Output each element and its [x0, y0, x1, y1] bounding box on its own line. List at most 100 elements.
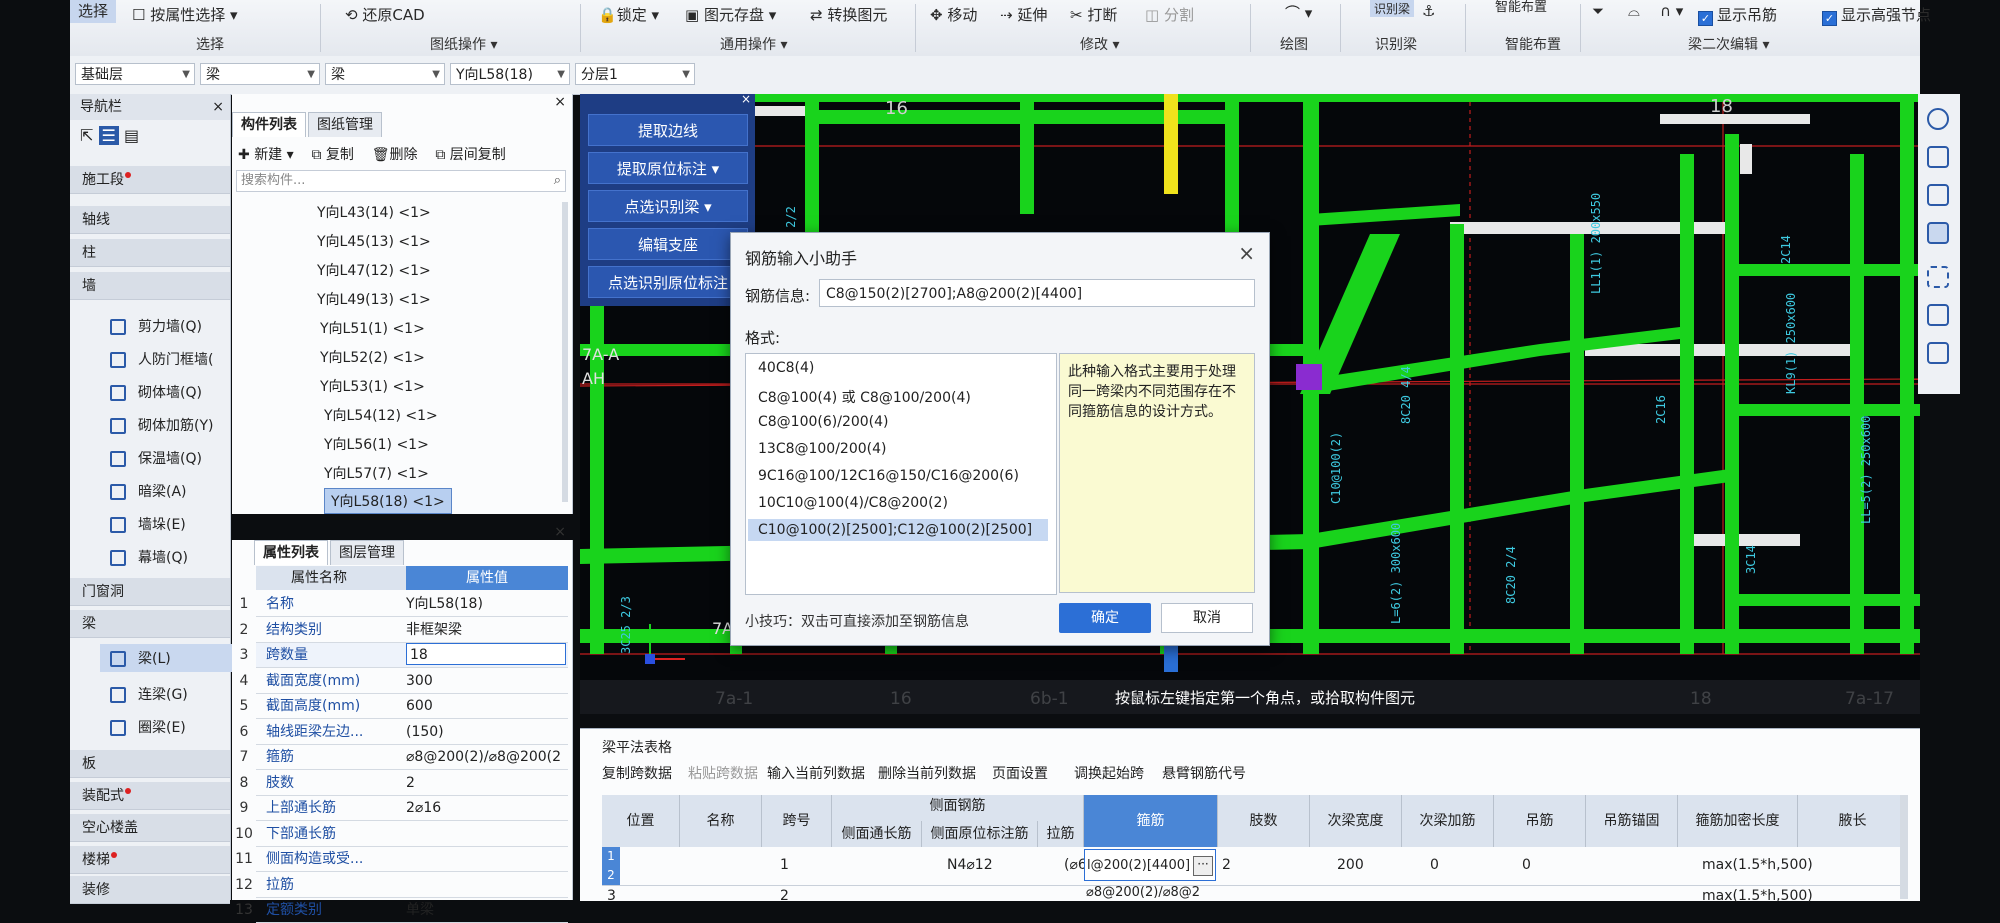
component-list-item[interactable]: Y向L47(12) <1>	[317, 260, 431, 280]
hook-icon[interactable]: ∩ ▾	[1660, 2, 1683, 20]
scrollbar[interactable]	[562, 202, 568, 502]
3d-view-icon[interactable]	[1927, 146, 1949, 168]
select-by-attr-button[interactable]: ☐ 按属性选择 ▾	[132, 4, 238, 25]
nav-item-shear-wall[interactable]: 剪力墙(Q)	[110, 316, 202, 336]
property-row[interactable]: 4 截面宽度(mm) 300	[240, 669, 568, 694]
tab-property-list[interactable]: 属性列表	[254, 540, 328, 565]
component-list-item[interactable]: Y向L49(13) <1>	[317, 289, 431, 309]
table-tool-button[interactable]: 复制跨数据	[602, 763, 672, 783]
move-button[interactable]: ✥ 移动	[930, 4, 977, 25]
convert-element-button[interactable]: ⇄ 转换图元	[810, 4, 887, 25]
nav-item-ring-beam[interactable]: 圈梁(E)	[110, 717, 186, 737]
cell-sec-add[interactable]: 0	[1430, 857, 1439, 873]
component-list-item[interactable]: Y向L52(2) <1>	[320, 347, 425, 367]
cell-side-annotation[interactable]: N4⌀12	[947, 857, 993, 873]
property-row[interactable]: 7 箍筋 ⌀8@200(2)/⌀8@200(2	[240, 745, 568, 770]
lock-button[interactable]: 🔒锁定 ▾	[598, 4, 659, 25]
identify-beam-button[interactable]: 识别梁	[1370, 0, 1415, 17]
component-list-item[interactable]: Y向L57(7) <1>	[324, 463, 429, 483]
extend-button[interactable]: ⇢ 延伸	[1000, 4, 1047, 25]
nav-cat-wall[interactable]: 墙	[70, 272, 230, 300]
cell-sec-width[interactable]: 200	[1337, 857, 1364, 873]
component-search-input[interactable]: 搜索构件... ⌕	[236, 170, 566, 192]
property-value[interactable]: 2	[406, 771, 566, 795]
close-icon[interactable]: ×	[741, 92, 751, 106]
property-value[interactable]: 非框架梁	[406, 618, 566, 642]
nav-cat-prefab[interactable]: 装配式	[70, 782, 230, 810]
table-tool-button[interactable]: 页面设置	[992, 763, 1048, 783]
tab-drawing-manage[interactable]: 图纸管理	[308, 112, 382, 137]
nav-item-coupling-beam[interactable]: 连梁(G)	[110, 684, 188, 704]
smart-layout-button[interactable]: 智能布置	[1495, 0, 1547, 15]
component-list-item[interactable]: Y向L54(12) <1>	[324, 405, 438, 425]
nav-cat-stairs[interactable]: 楼梯	[70, 846, 230, 874]
property-value[interactable]: Y向L58(18)	[406, 592, 566, 616]
orbit-icon[interactable]	[1927, 108, 1949, 130]
property-row[interactable]: 3 跨数量 18	[240, 643, 568, 668]
close-icon[interactable]: ×	[212, 94, 224, 120]
top-view-icon[interactable]	[1927, 222, 1949, 244]
cell-span[interactable]: 1	[780, 857, 789, 873]
element-select[interactable]: Y向L58(18) ▼	[450, 63, 570, 85]
property-value[interactable]: (150)	[406, 720, 566, 744]
sphere-icon[interactable]	[1927, 304, 1949, 326]
property-value[interactable]: 2⌀16	[406, 796, 566, 820]
close-icon[interactable]: ×	[1238, 241, 1255, 265]
pick-identify-annotation-button[interactable]: 点选识别原位标注	[588, 266, 748, 298]
property-row[interactable]: 6 轴线距梁左边... (150)	[240, 720, 568, 745]
format-option[interactable]: C8@100(4) 或 C8@100/200(4)	[758, 387, 971, 407]
show-hanger-checkbox[interactable]: ✓ 显示吊筋	[1698, 4, 1777, 26]
table-tool-button[interactable]: 悬臂钢筋代号	[1162, 763, 1246, 783]
filter-icon[interactable]: ⏷	[1592, 2, 1604, 20]
rebar-info-input[interactable]: C8@150(2)[2700];A8@200(2)[4400]	[819, 279, 1255, 307]
show-high-node-checkbox[interactable]: ✓ 显示高强节点	[1822, 4, 1931, 26]
nav-cat-door-window[interactable]: 门窗洞	[70, 578, 230, 606]
property-row[interactable]: 8 肢数 2	[240, 771, 568, 796]
tab-component-list[interactable]: 构件列表	[232, 112, 306, 137]
component-list-item[interactable]: Y向L43(14) <1>	[317, 202, 431, 222]
report-icon[interactable]	[1927, 342, 1949, 364]
anchor-icon[interactable]: ⚓	[1422, 2, 1435, 20]
component-list-item[interactable]: Y向L51(1) <1>	[320, 318, 425, 338]
nav-item-beam[interactable]: 梁(L)	[100, 644, 235, 672]
pick-identify-beam-button[interactable]: 点选识别梁 ▾	[588, 190, 748, 222]
component-list-item[interactable]: Y向L45(13) <1>	[317, 231, 431, 251]
nav-item-wall-pier[interactable]: 墙垛(E)	[110, 514, 186, 534]
restore-cad-button[interactable]: ⟲ 还原CAD	[345, 4, 425, 25]
property-value[interactable]: ⌀8@200(2)/⌀8@200(2	[406, 745, 566, 769]
property-row[interactable]: 10 下部通长筋	[235, 822, 568, 847]
cell-stirrup-editor[interactable]: l@200(2)[4400] ···	[1084, 849, 1216, 881]
table-row[interactable]: 12 1 N4⌀12 (⌀6) l@200(2)[4400] ··· 2 200 …	[602, 847, 1908, 886]
nav-item-masonry-rebar[interactable]: 砌体加筋(Y)	[110, 415, 213, 435]
floor-copy-button[interactable]: ⧉ 层间复制	[435, 147, 505, 163]
table-tool-button[interactable]: 调换起始跨	[1074, 763, 1144, 783]
format-list[interactable]: 40C8(4) C8@100(4) 或 C8@100/200(4) C8@100…	[745, 353, 1057, 595]
table-tool-button[interactable]: 粘贴跨数据	[688, 763, 758, 783]
nav-cat-slab[interactable]: 板	[70, 750, 230, 778]
ok-button[interactable]: 确定	[1059, 603, 1151, 633]
subtype-select[interactable]: 梁 ▼	[325, 63, 445, 85]
nav-item-civil-defense-wall[interactable]: 人防门框墙(	[110, 349, 213, 369]
zoom-extents-icon[interactable]	[1927, 266, 1949, 288]
table-row[interactable]: 3 2 ⌀8@200(2)/⌀8@2 max(1.5*h,500)	[602, 885, 1908, 909]
close-icon[interactable]: ×	[554, 524, 566, 540]
property-row[interactable]: 1 名称 Y向L58(18)	[240, 592, 568, 617]
property-row[interactable]: 12 拉筋	[235, 873, 568, 898]
save-element-button[interactable]: ▣ 图元存盘 ▾	[685, 4, 776, 25]
nav-cat-hollow-floor[interactable]: 空心楼盖	[70, 814, 230, 842]
draw-arc-icon[interactable]: ⌒ ▾	[1285, 2, 1312, 23]
property-row[interactable]: 11 侧面构造或受...	[235, 847, 568, 872]
component-list-item[interactable]: Y向L53(1) <1>	[320, 376, 425, 396]
type-select[interactable]: 梁 ▼	[200, 63, 320, 85]
tab-layer-manage[interactable]: 图层管理	[330, 540, 404, 565]
cell-hanger[interactable]: 0	[1522, 857, 1531, 873]
hanger-icon[interactable]: ⌓	[1628, 2, 1640, 20]
format-option[interactable]: 9C16@100/12C16@150/C16@200(6)	[758, 468, 1019, 484]
scrollbar[interactable]	[1900, 795, 1908, 899]
format-option[interactable]: 40C8(4)	[758, 360, 814, 376]
cell-dense-length[interactable]: max(1.5*h,500)	[1702, 888, 1813, 904]
nav-item-masonry-wall[interactable]: 砌体墙(Q)	[110, 382, 202, 402]
property-value[interactable]: 300	[406, 669, 566, 693]
property-value[interactable]: 18	[406, 643, 566, 665]
format-option[interactable]: C8@100(6)/200(4)	[758, 414, 889, 430]
